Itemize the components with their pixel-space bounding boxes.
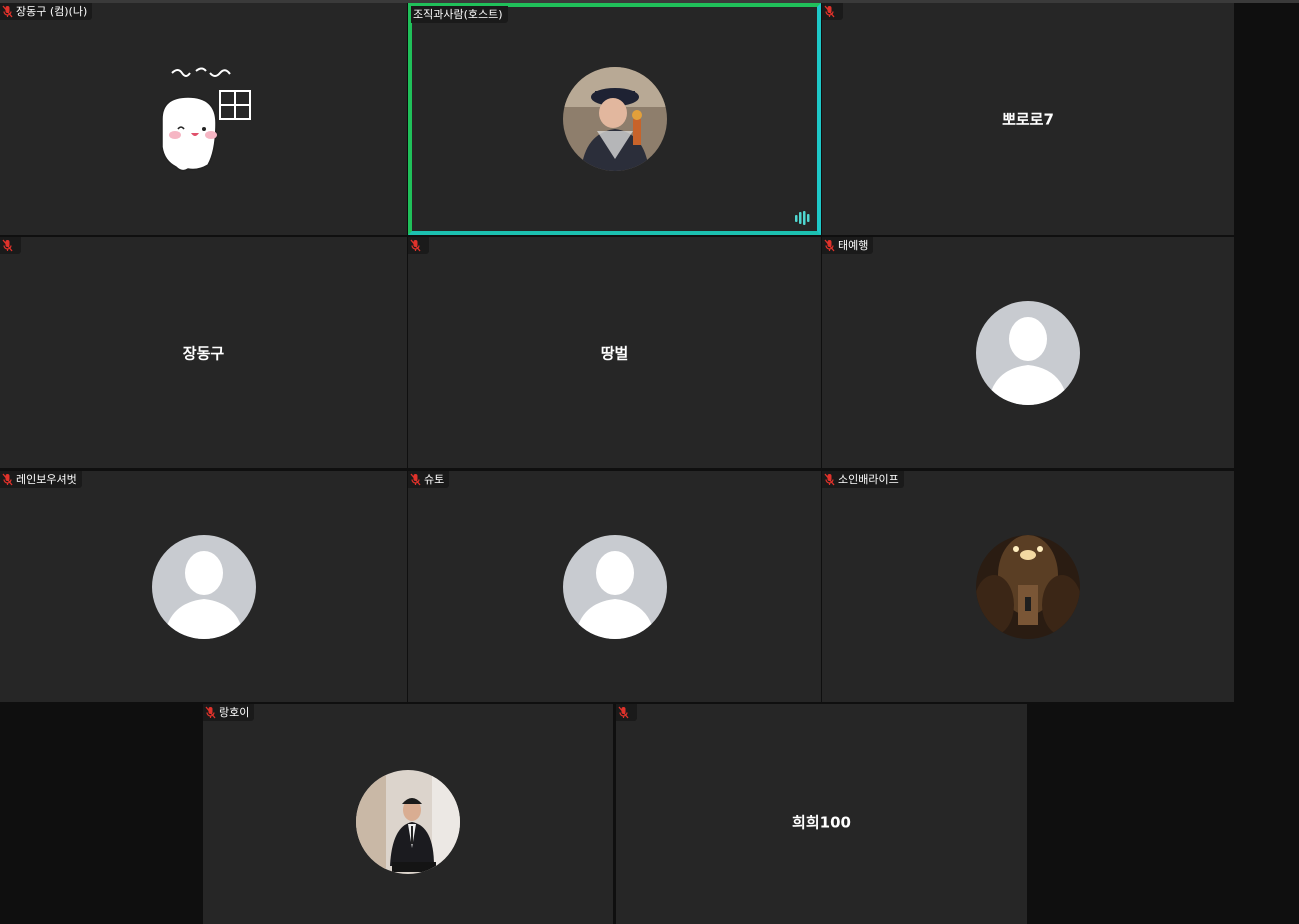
person-silhouette-icon — [976, 300, 1080, 405]
video-tile-taeyehaeng[interactable]: 태예행 — [822, 237, 1234, 468]
participant-label — [408, 237, 429, 254]
participant-name: 조직과사람(호스트) — [413, 8, 503, 21]
participant-display-name: 땅벌 — [600, 344, 629, 362]
participant-display-name: 희희100 — [792, 813, 851, 832]
profile-photo-avatar — [356, 770, 460, 874]
participant-name: 장동구 (컴)(나) — [16, 5, 88, 18]
participant-name: 소인배라이프 — [838, 473, 899, 486]
video-tile-jangdonggu[interactable]: 장동구 — [0, 237, 407, 468]
participant-label — [822, 3, 843, 20]
mic-muted-icon — [410, 239, 421, 252]
mic-muted-icon — [2, 473, 13, 486]
participant-label: 태예행 — [822, 237, 874, 254]
participant-label: 슈토 — [408, 471, 450, 488]
participant-label: 소인배라이프 — [822, 471, 904, 488]
video-tile-host-active-speaker[interactable]: 조직과사람(호스트) — [408, 3, 821, 235]
participant-name: 태예행 — [838, 239, 869, 252]
participant-display-name: 장동구 — [182, 344, 225, 362]
video-tile-jangdonggu-self[interactable]: 장동구 (컴)(나) — [0, 3, 407, 235]
mic-muted-icon — [824, 473, 835, 486]
video-tile-ttangbeol[interactable]: 땅벌 — [408, 237, 821, 468]
video-tile-pororo7[interactable]: 뽀로로7 — [822, 3, 1234, 235]
video-tile-soinbae-life[interactable]: 소인배라이프 — [822, 471, 1234, 702]
participant-name: 랑호이 — [219, 706, 250, 719]
participant-label: 랑호이 — [203, 704, 255, 721]
mic-muted-icon — [824, 239, 835, 252]
video-tile-rainbow-sherbet[interactable]: 레인보우셔벗 — [0, 471, 407, 702]
participant-label: 레인보우셔벗 — [0, 471, 82, 488]
mic-muted-icon — [618, 706, 629, 719]
mic-muted-icon — [2, 5, 13, 18]
participant-label — [0, 237, 21, 254]
profile-photo-avatar — [562, 67, 667, 171]
mic-muted-icon — [205, 706, 216, 719]
video-tile-shuto[interactable]: 슈토 — [408, 471, 821, 702]
participant-name: 레인보우셔벗 — [16, 473, 77, 486]
video-tile-huihui100[interactable]: 희희100 — [616, 704, 1027, 924]
mic-muted-icon — [824, 5, 835, 18]
video-tile-ranghoi[interactable]: 랑호이 — [203, 704, 613, 924]
participant-name: 슈토 — [424, 473, 445, 486]
profile-photo-avatar — [976, 534, 1080, 639]
person-silhouette-icon — [151, 534, 256, 639]
mic-muted-icon — [410, 473, 421, 486]
ghost-sticker-image — [161, 67, 251, 172]
participant-display-name: 뽀로로7 — [1002, 110, 1054, 129]
person-silhouette-icon — [562, 534, 667, 639]
participant-label: 조직과사람(호스트) — [411, 6, 508, 23]
mic-muted-icon — [2, 239, 13, 252]
participant-label — [616, 704, 637, 721]
audio-bars-icon — [795, 211, 810, 225]
participant-label: 장동구 (컴)(나) — [0, 3, 93, 20]
